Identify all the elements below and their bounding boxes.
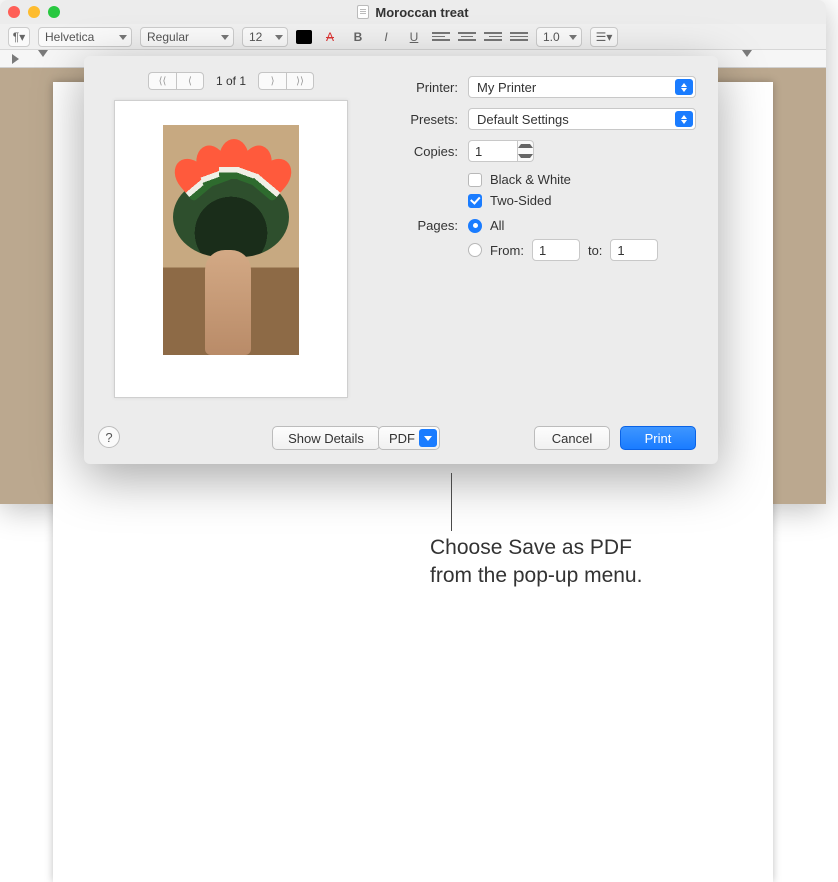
callout-line1: Choose Save as PDF [430, 534, 642, 562]
text-color-swatch[interactable] [296, 30, 312, 44]
presets-select[interactable]: Default Settings [468, 108, 696, 130]
page-indicator: 1 of 1 [216, 74, 246, 88]
callout-line2: from the pop-up menu. [430, 562, 642, 590]
printer-select[interactable]: My Printer [468, 76, 696, 98]
preview-photo [163, 125, 299, 355]
chevron-updown-icon [675, 111, 693, 127]
pages-from-input[interactable]: 1 [532, 239, 580, 261]
black-white-label: Black & White [490, 172, 571, 187]
pdf-menu-button[interactable]: PDF [378, 426, 440, 450]
pages-label: Pages: [384, 218, 458, 233]
first-page-button[interactable]: ⟨⟨ [148, 72, 176, 90]
list-style-button[interactable]: ☰▾ [590, 27, 618, 47]
presets-label: Presets: [384, 112, 458, 127]
printer-value: My Printer [477, 80, 536, 95]
callout-text: Choose Save as PDF from the pop-up menu. [430, 534, 642, 591]
align-left-button[interactable] [432, 30, 450, 44]
pages-from-label: From: [490, 243, 524, 258]
italic-button[interactable]: I [376, 30, 396, 44]
titlebar: Moroccan treat [0, 0, 826, 24]
font-size-select[interactable]: 12 [242, 27, 288, 47]
paragraph-style-button[interactable]: ¶▾ [8, 27, 30, 47]
bold-button[interactable]: B [348, 30, 368, 44]
last-page-button[interactable]: ⟩⟩ [286, 72, 314, 90]
application-window: Moroccan treat ¶▾ Helvetica Regular 12 A… [0, 0, 826, 504]
print-options: Printer: My Printer Presets: Default Set… [378, 56, 718, 464]
line-spacing-select[interactable]: 1.0 [536, 27, 582, 47]
window-title: Moroccan treat [375, 5, 468, 20]
format-toolbar: ¶▾ Helvetica Regular 12 A B I U 1.0 ☰▾ [0, 24, 826, 50]
strikethrough-color-icon[interactable]: A [320, 30, 340, 44]
pages-range-radio[interactable] [468, 243, 482, 257]
font-style-select[interactable]: Regular [140, 27, 234, 47]
underline-button[interactable]: U [404, 30, 424, 44]
copies-stepper[interactable] [518, 140, 534, 162]
copies-input[interactable]: 1 [468, 140, 518, 162]
pdf-label: PDF [389, 431, 415, 446]
chevron-up-icon [518, 144, 533, 148]
two-sided-label: Two-Sided [490, 193, 551, 208]
prev-page-button[interactable]: ⟨ [176, 72, 204, 90]
cancel-button[interactable]: Cancel [534, 426, 610, 450]
pages-to-label: to: [588, 243, 602, 258]
chevron-down-icon [419, 429, 437, 447]
document-icon [357, 5, 369, 19]
callout-leader-line [451, 473, 452, 531]
pager-back-group: ⟨⟨ ⟨ [148, 72, 204, 90]
copies-label: Copies: [384, 144, 458, 159]
preview-thumbnail [114, 100, 348, 398]
pager-fwd-group: ⟩ ⟩⟩ [258, 72, 314, 90]
align-justify-button[interactable] [510, 30, 528, 44]
help-button[interactable]: ? [98, 426, 120, 448]
print-button[interactable]: Print [620, 426, 696, 450]
print-dialog: ⟨⟨ ⟨ 1 of 1 ⟩ ⟩⟩ ? Show Details [84, 56, 718, 464]
two-sided-checkbox[interactable] [468, 194, 482, 208]
print-preview-pane: ⟨⟨ ⟨ 1 of 1 ⟩ ⟩⟩ [84, 56, 378, 464]
printer-label: Printer: [384, 80, 458, 95]
presets-value: Default Settings [477, 112, 569, 127]
align-right-button[interactable] [484, 30, 502, 44]
next-page-button[interactable]: ⟩ [258, 72, 286, 90]
pages-all-radio[interactable] [468, 219, 482, 233]
chevron-updown-icon [675, 79, 693, 95]
align-center-button[interactable] [458, 30, 476, 44]
pages-to-input[interactable]: 1 [610, 239, 658, 261]
show-details-button[interactable]: Show Details [272, 426, 380, 450]
black-white-checkbox[interactable] [468, 173, 482, 187]
chevron-down-icon [518, 154, 533, 158]
font-family-select[interactable]: Helvetica [38, 27, 132, 47]
pages-all-label: All [490, 218, 504, 233]
